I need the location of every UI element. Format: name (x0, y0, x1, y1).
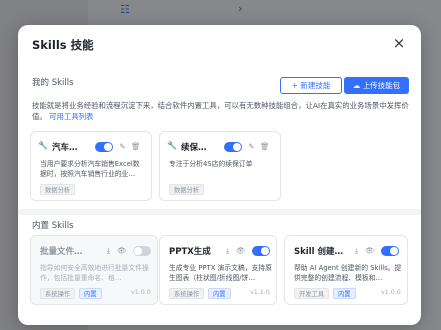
wrench-icon: 🔧 (38, 141, 48, 150)
skills-intro: 技能就是将业务经验和流程沉淀下来，结合软件内置工具，可以有无数种技能组合，让AI… (32, 100, 410, 122)
delete-icon[interactable]: 🗑 (131, 142, 141, 152)
edit-icon[interactable]: ✎ (118, 142, 127, 152)
skill-toggle[interactable] (252, 246, 270, 256)
section-divider (18, 209, 421, 215)
modal-header: Skills 技能 × (18, 25, 421, 65)
upload-skill-label: 上传技能包 (362, 81, 401, 90)
upload-skill-button[interactable]: ☁ 上传技能包 (344, 77, 409, 94)
skill-tag: 数据分析 (40, 184, 76, 195)
skill-description: 生成专业 PPTX 演示文稿，支持原生图表（柱状图/折线图/饼… (169, 264, 272, 282)
skill-description: 帮助 AI Agent 创建新的 Skills。提供完整的创建流程、模板和… (294, 264, 402, 282)
skill-tag: 数据分析 (169, 184, 205, 195)
builtin-tag: 内置 (208, 288, 231, 299)
skill-description: 指导如何安全高效地进行批量文件操作，包括批量重命名、格… (40, 264, 149, 282)
builtin-skill-card[interactable]: Skill 创建… ⤓ 👁 帮助 AI Agent 创建新的 Skills。提供… (284, 235, 408, 305)
my-skills-heading: 我的 Skills (32, 78, 74, 88)
download-icon[interactable]: ⤓ (104, 246, 113, 256)
my-skill-card[interactable]: 🔧 汽车… ✎ 🗑 当用户要求分析汽车销售Excel数据时，按照汽车销售行业的业… (30, 131, 152, 201)
builtin-skills-heading: 内置 Skills (32, 221, 74, 231)
cloud-upload-icon: ☁ (352, 81, 363, 90)
skill-description: 当用户要求分析汽车销售Excel数据时，按照汽车销售行业的业… (40, 160, 140, 178)
modal-title: Skills 技能 (32, 38, 94, 52)
skill-tag: 系统操作 (40, 288, 76, 299)
skill-toggle[interactable] (381, 246, 399, 256)
builtin-tag: 内置 (333, 288, 356, 299)
skill-title: Skill 创建… (294, 247, 343, 257)
skill-title: 续保… (181, 143, 207, 153)
skill-version: v1.0.0 (131, 289, 151, 296)
builtin-skill-card[interactable]: 批量文件… ⤓ 👁 指导如何安全高效地进行批量文件操作，包括批量重命名、格… 系… (30, 235, 158, 305)
skill-title: 批量文件… (40, 247, 83, 257)
skill-toggle[interactable] (133, 246, 151, 256)
skill-toggle[interactable] (95, 142, 113, 152)
download-icon[interactable]: ⤓ (223, 246, 232, 256)
eye-icon[interactable]: 👁 (117, 246, 127, 256)
skill-version: v1.0.0 (381, 289, 401, 296)
close-icon[interactable]: × (391, 35, 407, 51)
download-icon[interactable]: ⤓ (352, 246, 361, 256)
skills-modal: Skills 技能 × 我的 Skills + 新建技能 ☁ 上传技能包 技能就… (18, 25, 421, 325)
eye-icon[interactable]: 👁 (365, 246, 375, 256)
edit-icon[interactable]: ✎ (247, 142, 256, 152)
my-skill-card[interactable]: 🔧 续保… ✎ 🗑 专注于分析4S店的续保订单 数据分析 (159, 131, 281, 201)
delete-icon[interactable]: 🗑 (260, 142, 270, 152)
skill-title: 汽车… (52, 143, 78, 153)
skill-version: v1.1.0 (250, 289, 270, 296)
skill-title: PPTX生成 (169, 247, 211, 257)
builtin-tag: 内置 (79, 288, 102, 299)
eye-icon[interactable]: 👁 (236, 246, 246, 256)
skill-tag: 开发工具 (294, 288, 330, 299)
skill-tag: 系统操作 (169, 288, 205, 299)
new-skill-button[interactable]: + 新建技能 (280, 77, 342, 94)
builtin-skill-card[interactable]: PPTX生成 ⤓ 👁 生成专业 PPTX 演示文稿，支持原生图表（柱状图/折线图… (159, 235, 277, 305)
skill-toggle[interactable] (224, 142, 242, 152)
skill-description: 专注于分析4S店的续保订单 (169, 160, 253, 168)
wrench-icon: 🔧 (167, 141, 177, 150)
tool-list-link[interactable]: 可用工具列表 (49, 112, 93, 121)
